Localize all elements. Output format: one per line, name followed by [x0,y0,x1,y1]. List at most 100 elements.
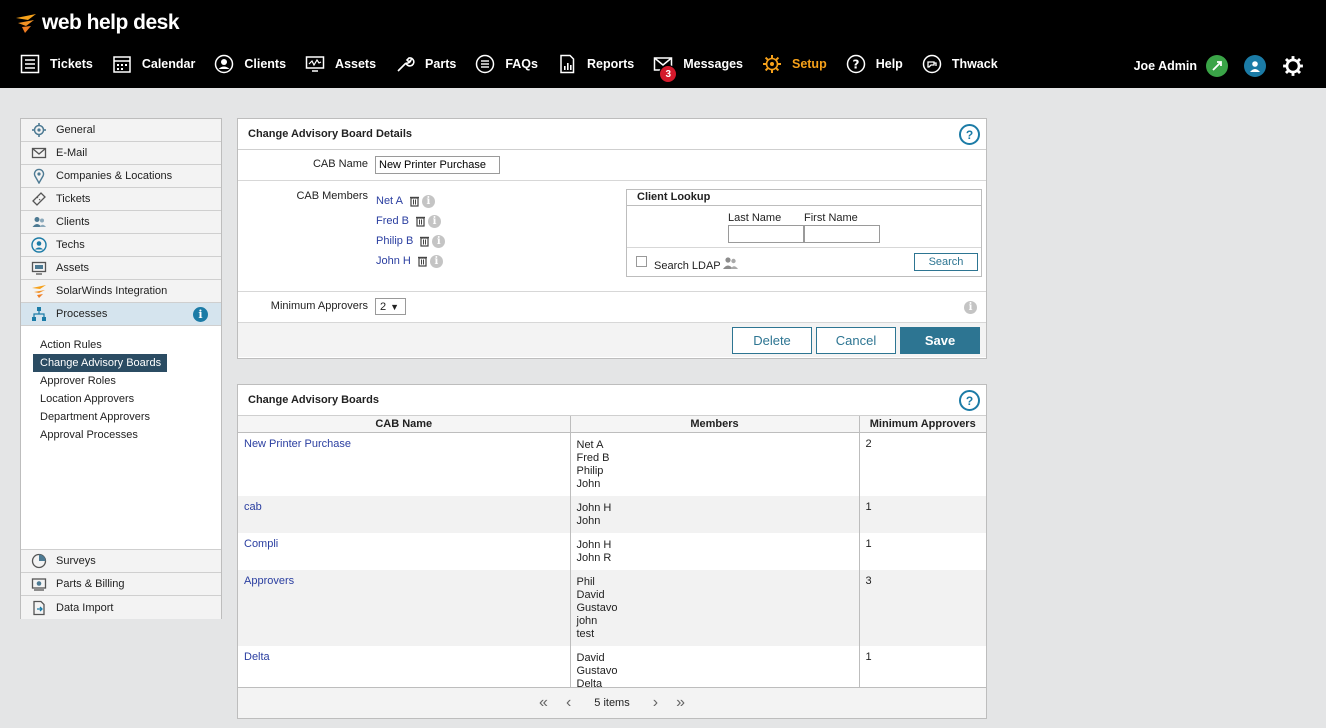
member-name: Fred B [576,451,610,464]
lookup-search-button[interactable]: Search [914,253,978,271]
trash-icon[interactable] [417,255,428,267]
info-icon[interactable]: i [429,254,443,268]
info-icon[interactable]: i [193,307,208,322]
sidebar-item-email[interactable]: E-Mail [21,142,221,165]
member-name: David [576,588,605,601]
status-icon[interactable] [1206,55,1228,77]
location-pin-icon [33,168,45,184]
first-name-label: First Name [804,212,858,224]
nav-thwack[interactable]: Thwack [922,50,998,78]
nav-clients[interactable]: Clients [214,50,286,78]
member-link[interactable]: Net A [376,195,403,207]
cab-link[interactable]: Approvers [244,575,294,587]
member-link[interactable]: John H [376,255,411,267]
column-header-members[interactable]: Members [570,416,860,433]
nav-assets[interactable]: Assets [305,50,376,78]
column-header-min-approvers[interactable]: Minimum Approvers [859,416,986,433]
sidebar-item-solarwinds-integration[interactable]: SolarWinds Integration [21,280,221,303]
nav-label: Calendar [141,57,196,71]
table-row: New Printer Purchase Net A Fred B Philip Jo… [238,432,986,496]
next-page-icon[interactable]: › [653,694,658,712]
info-icon[interactable]: i [432,234,446,248]
cab-link[interactable]: New Printer Purchase [244,438,351,450]
first-page-icon[interactable]: « [539,694,548,712]
info-icon[interactable]: i [421,194,435,208]
solarwinds-flame-icon [32,285,46,298]
nav-parts[interactable]: Parts [395,50,456,78]
profile-icon[interactable] [1244,55,1266,77]
sidebar-item-companies-locations[interactable]: Companies & Locations [21,165,221,188]
sidebar-item-surveys[interactable]: Surveys [21,550,221,573]
cab-members-label: CAB Members [296,190,368,202]
sidebar-item-label: Data Import [56,601,114,614]
subnav-location-approvers[interactable]: Location Approvers [33,390,221,408]
nav-reports[interactable]: Reports [557,50,634,78]
subnav-approval-processes[interactable]: Approval Processes [33,426,221,444]
envelope-icon [31,147,47,159]
logo[interactable]: web help desk [14,10,180,36]
cab-members-row: CAB Members Net A i Fred B i Philip B i … [238,181,986,292]
gear-icon [762,55,781,73]
logo-text: web help desk [42,11,180,34]
member-name: test [576,627,595,640]
cab-name-input[interactable] [375,156,500,174]
cab-link[interactable]: cab [244,501,262,513]
sidebar-item-general[interactable]: General [21,119,221,142]
subnav-approver-roles[interactable]: Approver Roles [33,372,221,390]
cab-name-cell: cab [238,495,571,533]
sidebar-item-parts-billing[interactable]: Parts & Billing [21,573,221,596]
save-button[interactable]: Save [900,327,980,354]
prev-page-icon[interactable]: ‹ [566,694,571,712]
cab-link[interactable]: Delta [244,651,270,663]
first-name-input[interactable] [804,225,880,243]
nav-faqs[interactable]: FAQs [475,50,538,78]
trash-icon[interactable] [415,215,426,227]
subnav-action-rules[interactable]: Action Rules [33,336,221,354]
sidebar-item-label: Companies & Locations [56,170,173,182]
monitor-icon [31,261,47,275]
sidebar-item-clients[interactable]: Clients [21,211,221,234]
panel-title: Change Advisory Boards ? [238,385,986,416]
sidebar-item-assets[interactable]: Assets [21,257,221,280]
cab-list-panel: Change Advisory Boards ? CAB Name Member… [237,384,987,719]
help-icon[interactable]: ? [959,390,980,411]
help-icon[interactable]: ? [959,124,980,145]
wrench-icon [397,57,415,72]
nav-help[interactable]: ? Help [846,50,903,78]
member-name: John H [576,501,612,514]
info-icon[interactable]: i [964,301,977,314]
min-approvers-select[interactable]: 2 ▼ [375,298,406,315]
sidebar-item-data-import[interactable]: Data Import [21,596,221,619]
sidebar-item-label: Surveys [56,555,96,567]
subnav-change-advisory-boards[interactable]: Change Advisory Boards [33,354,221,372]
members-cell: Net A Fred B Philip John [570,432,860,496]
cab-link[interactable]: Compli [244,538,278,550]
settings-gear-icon[interactable] [1282,55,1304,77]
delete-button[interactable]: Delete [732,327,812,354]
trash-icon[interactable] [409,195,420,207]
report-icon [560,54,575,74]
info-icon[interactable]: i [428,214,442,228]
subnav-department-approvers[interactable]: Department Approvers [33,408,221,426]
trash-icon[interactable] [419,235,430,247]
subnav-label: Department Approvers [40,411,151,423]
column-header-cab-name[interactable]: CAB Name [238,416,571,433]
last-page-icon[interactable]: » [676,694,685,712]
cancel-button[interactable]: Cancel [816,327,896,354]
last-name-input[interactable] [728,225,804,243]
member-link[interactable]: Fred B [376,215,409,227]
sidebar-item-tickets[interactable]: Tickets [21,188,221,211]
member-link[interactable]: Philip B [376,235,413,247]
nav-calendar[interactable]: Calendar [112,50,196,78]
nav-messages[interactable]: 3 Messages [653,50,743,83]
nav-tickets[interactable]: Tickets [20,50,93,78]
user-name[interactable]: Joe Admin [1134,59,1197,73]
nav-setup[interactable]: Setup [762,50,827,78]
sidebar-item-techs[interactable]: Techs [21,234,221,257]
sidebar-item-processes[interactable]: Processes i [21,303,221,326]
nav-label: Help [875,57,903,71]
search-ldap-checkbox[interactable] [636,256,647,267]
member-name: Phil [576,575,595,588]
member-item: Philip B i [376,233,446,249]
sidebar-item-label: Techs [56,239,85,251]
